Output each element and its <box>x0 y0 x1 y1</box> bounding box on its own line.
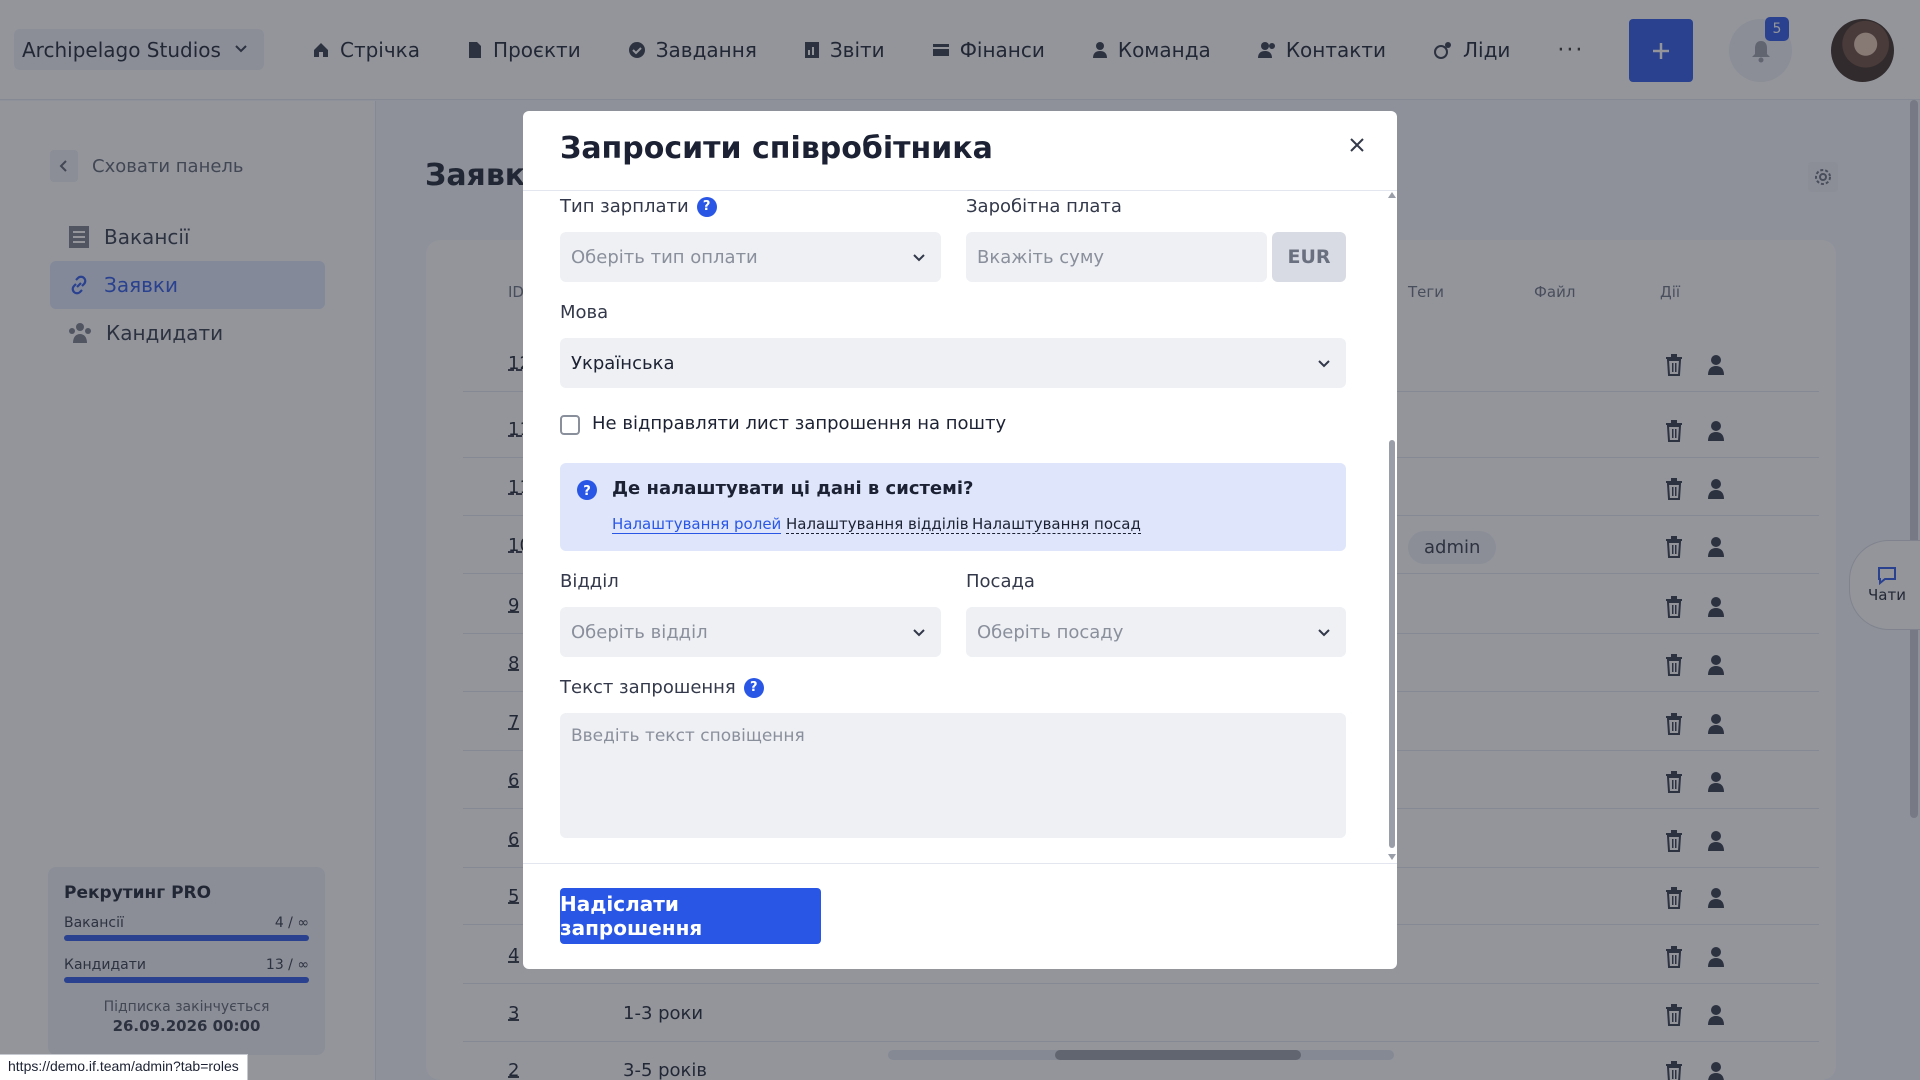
select-placeholder: Оберіть тип оплати <box>571 246 758 268</box>
salary-label: Заробітна плата <box>966 196 1122 217</box>
department-label: Відділ <box>560 571 619 592</box>
department-select[interactable]: Оберіть відділ <box>560 607 941 657</box>
roles-settings-link[interactable]: Налаштування ролей <box>612 515 782 534</box>
chevron-down-icon <box>913 629 925 637</box>
modal-scrollbar-thumb[interactable] <box>1389 440 1395 848</box>
send-invite-button[interactable]: Надіслати запрошення <box>560 888 821 944</box>
scroll-down-arrow-icon[interactable] <box>1388 854 1396 860</box>
close-icon[interactable] <box>1349 137 1365 153</box>
settings-info-box: ? Де налаштувати ці дані в системі? Нала… <box>560 463 1346 551</box>
currency-selector[interactable]: EUR <box>1272 232 1346 282</box>
input-placeholder: Вкажіть суму <box>977 246 1105 268</box>
position-label: Посада <box>966 571 1035 592</box>
language-label: Мова <box>560 302 609 323</box>
select-placeholder: Оберіть посаду <box>977 621 1124 643</box>
position-select[interactable]: Оберіть посаду <box>966 607 1346 657</box>
modal-title: Запросити співробітника <box>560 131 993 166</box>
svg-text:?: ? <box>583 484 591 499</box>
select-value: Українська <box>571 352 675 374</box>
chevron-down-icon <box>1318 629 1330 637</box>
invite-text-area[interactable]: Введіть текст сповіщення <box>560 713 1346 838</box>
label-text: Текст запрошення <box>560 677 736 698</box>
info-title: Де налаштувати ці дані в системі? <box>612 478 974 499</box>
modal-divider <box>523 190 1397 191</box>
status-url: https://demo.if.team/admin?tab=roles <box>0 1054 248 1080</box>
textarea-placeholder: Введіть текст сповіщення <box>571 726 805 746</box>
salary-type-select[interactable]: Оберіть тип оплати <box>560 232 941 282</box>
chevron-down-icon <box>1318 360 1330 368</box>
salary-type-label: Тип зарплати? <box>560 196 717 217</box>
select-placeholder: Оберіть відділ <box>571 621 708 643</box>
label-text: Тип зарплати <box>560 196 689 217</box>
no-email-label[interactable]: Не відправляти лист запрошення на пошту <box>592 413 1006 434</box>
question-icon: ? <box>577 480 597 500</box>
language-select[interactable]: Українська <box>560 338 1346 388</box>
salary-amount-input[interactable]: Вкажіть суму <box>966 232 1267 282</box>
modal-divider <box>523 863 1397 864</box>
no-email-checkbox[interactable] <box>560 415 580 435</box>
help-icon[interactable]: ? <box>696 196 717 217</box>
scroll-up-arrow-icon[interactable] <box>1388 192 1396 198</box>
chevron-down-icon <box>913 254 925 262</box>
invite-text-label: Текст запрошення? <box>560 677 764 698</box>
departments-settings-link[interactable]: Налаштування відділів <box>786 515 969 534</box>
help-icon[interactable]: ? <box>743 677 764 698</box>
positions-settings-link[interactable]: Налаштування посад <box>972 515 1141 534</box>
